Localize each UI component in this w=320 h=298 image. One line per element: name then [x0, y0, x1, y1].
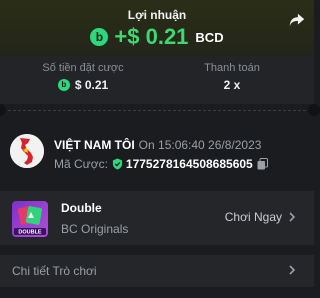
bet-amount-stat: Số tiền đặt cược $ 0.21 — [10, 62, 156, 92]
bet-amount-label: Số tiền đặt cược — [42, 62, 124, 74]
shield-check-icon — [112, 158, 122, 170]
game-details-link[interactable]: Chi tiết Trò chơi — [0, 255, 314, 287]
play-now-label: Chơi Ngay — [224, 210, 282, 224]
profit-title: Lợi nhuận — [127, 8, 187, 22]
game-name: Double — [61, 201, 102, 215]
double-game-icon: DOUBLE — [14, 206, 46, 236]
profit-currency: BCD — [195, 29, 224, 45]
vietnam-map-avatar-icon — [10, 134, 44, 168]
bcd-coin-icon — [57, 79, 70, 91]
bet-amount-value-row: $ 0.21 — [10, 78, 156, 92]
payout-stat: Thanh toán 2 x — [157, 62, 307, 92]
profit-header: Lợi nhuận +$ 0.21 BCD — [0, 0, 314, 56]
ticket-notch-right — [308, 104, 320, 116]
bet-time: On 15:06:40 26/8/2023 — [138, 138, 262, 152]
bet-id-label: Mã Cược: — [54, 157, 108, 171]
ticket-notch-left — [0, 104, 6, 116]
chevron-right-icon — [289, 212, 296, 222]
game-thumb-text: DOUBLE — [18, 230, 42, 236]
user-line: VIỆT NAM TÔI On 15:06:40 26/8/2023 — [54, 138, 261, 152]
bet-amount-value: $ 0.21 — [74, 78, 109, 92]
payout-value: 2 x — [223, 78, 241, 92]
copy-icon[interactable] — [257, 158, 268, 170]
game-card[interactable]: DOUBLE Double BC Originals Chơi Ngay — [0, 191, 314, 245]
avatar[interactable] — [10, 134, 44, 168]
bet-id: 1775278164508685605 — [125, 157, 253, 171]
dashed-divider — [8, 110, 306, 111]
username[interactable]: VIỆT NAM TÔI — [54, 138, 135, 152]
game-details-label: Chi tiết Trò chơi — [12, 264, 97, 278]
bet-stats: Số tiền đặt cược $ 0.21 Thanh toán 2 x — [0, 56, 314, 104]
profit-value: +$ 0.21 — [114, 24, 189, 49]
chevron-right-icon — [289, 265, 296, 275]
bcd-coin-icon — [90, 28, 109, 46]
play-now-button[interactable]: Chơi Ngay — [225, 210, 296, 224]
payout-label: Thanh toán — [204, 62, 260, 74]
bet-id-line: Mã Cược: 1775278164508685605 — [54, 157, 268, 171]
game-provider: BC Originals — [61, 222, 129, 236]
bet-info: VIỆT NAM TÔI On 15:06:40 26/8/2023 Mã Cượ… — [0, 122, 314, 184]
game-thumbnail[interactable]: DOUBLE — [12, 201, 48, 237]
profit-amount-row: +$ 0.21 BCD — [0, 23, 314, 51]
